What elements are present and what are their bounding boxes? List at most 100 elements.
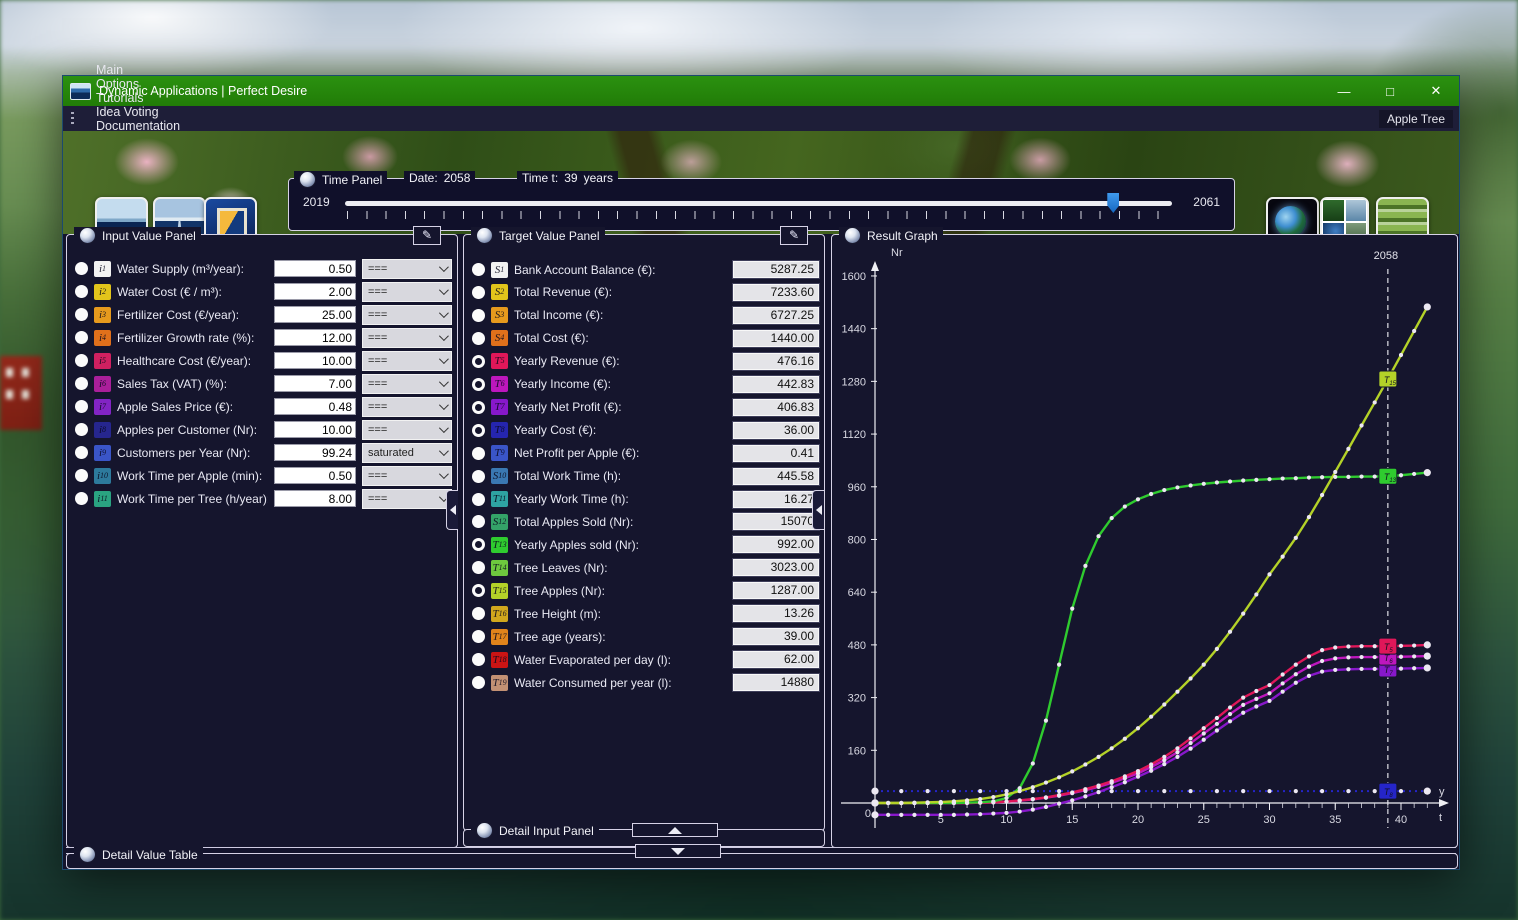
input-panel-collapse-tab[interactable] bbox=[446, 490, 458, 530]
variable-icon-i5: i5 bbox=[94, 353, 111, 369]
row-radio[interactable] bbox=[75, 423, 88, 436]
row-radio[interactable] bbox=[472, 538, 485, 551]
input-value-panel: Input Value Panel ✎ i1Water Supply (m³/y… bbox=[66, 234, 458, 848]
row-radio[interactable] bbox=[75, 377, 88, 390]
mode-dropdown[interactable]: === bbox=[362, 328, 452, 348]
input-value-field[interactable] bbox=[274, 260, 356, 277]
variable-icon-T15: T15 bbox=[491, 583, 508, 599]
row-radio[interactable] bbox=[472, 401, 485, 414]
menu-item-options[interactable]: Options bbox=[82, 77, 194, 91]
mode-dropdown[interactable]: === bbox=[362, 259, 452, 279]
row-radio[interactable] bbox=[75, 469, 88, 482]
chevron-down-icon bbox=[439, 285, 449, 295]
row-radio[interactable] bbox=[472, 263, 485, 276]
row-label: Apple Sales Price (€): bbox=[117, 400, 268, 414]
row-radio[interactable] bbox=[75, 354, 88, 367]
menu-grip-icon[interactable] bbox=[71, 112, 74, 126]
input-value-field[interactable] bbox=[274, 421, 356, 438]
mode-dropdown[interactable]: === bbox=[362, 374, 452, 394]
menu-item-main[interactable]: Main bbox=[82, 63, 194, 77]
mode-dropdown[interactable]: === bbox=[362, 305, 452, 325]
row-radio[interactable] bbox=[472, 607, 485, 620]
input-row-i9: i9Customers per Year (Nr):saturated bbox=[75, 443, 452, 462]
slider-min-year: 2019 bbox=[303, 195, 330, 209]
target-value-display: 16.27 bbox=[733, 491, 819, 508]
variable-icon-T9: T9 bbox=[491, 445, 508, 461]
target-value-display: 6727.25 bbox=[733, 307, 819, 324]
chevron-down-icon bbox=[439, 308, 449, 318]
input-value-field[interactable] bbox=[274, 329, 356, 346]
time-panel-logo-icon bbox=[299, 171, 316, 188]
row-radio[interactable] bbox=[75, 400, 88, 413]
target-row-T6: T6Yearly Income (€):442.83 bbox=[472, 375, 819, 394]
mode-dropdown[interactable]: === bbox=[362, 489, 452, 509]
result-graph-logo-icon bbox=[844, 227, 861, 244]
row-label: Bank Account Balance (€): bbox=[514, 263, 727, 277]
chevron-down-icon bbox=[439, 446, 449, 456]
detail-input-expand-button[interactable] bbox=[632, 823, 718, 837]
row-radio[interactable] bbox=[472, 309, 485, 322]
input-value-field[interactable] bbox=[274, 352, 356, 369]
detail-table-title: Detail Value Table bbox=[102, 848, 198, 862]
row-radio[interactable] bbox=[472, 378, 485, 391]
maximize-button[interactable]: □ bbox=[1367, 76, 1413, 106]
target-row-T5: T5Yearly Revenue (€):476.16 bbox=[472, 352, 819, 371]
target-panel-edit-icon[interactable]: ✎ bbox=[780, 226, 808, 245]
input-value-field[interactable] bbox=[274, 398, 356, 415]
time-slider-track[interactable] bbox=[345, 201, 1172, 206]
row-radio[interactable] bbox=[472, 447, 485, 460]
input-row-i5: i5Healthcare Cost (€/year):=== bbox=[75, 351, 452, 370]
row-radio[interactable] bbox=[472, 286, 485, 299]
row-radio[interactable] bbox=[75, 446, 88, 459]
target-row-S1: S1Bank Account Balance (€):5287.25 bbox=[472, 260, 819, 279]
input-value-field[interactable] bbox=[274, 444, 356, 461]
row-radio[interactable] bbox=[472, 653, 485, 666]
row-radio[interactable] bbox=[75, 285, 88, 298]
mode-dropdown[interactable]: === bbox=[362, 420, 452, 440]
mode-dropdown[interactable]: === bbox=[362, 282, 452, 302]
input-value-field[interactable] bbox=[274, 467, 356, 484]
row-radio[interactable] bbox=[472, 584, 485, 597]
menu-item-idea-voting[interactable]: Idea Voting bbox=[82, 105, 194, 119]
row-radio[interactable] bbox=[472, 424, 485, 437]
row-radio[interactable] bbox=[472, 470, 485, 483]
row-radio[interactable] bbox=[75, 262, 88, 275]
menu-item-tutorials[interactable]: Tutorials bbox=[82, 91, 194, 105]
mode-dropdown[interactable]: === bbox=[362, 466, 452, 486]
mode-dropdown[interactable]: === bbox=[362, 351, 452, 371]
target-row-T18: T18Water Evaporated per day (l):62.00 bbox=[472, 650, 819, 669]
row-radio[interactable] bbox=[472, 561, 485, 574]
row-radio[interactable] bbox=[472, 493, 485, 506]
row-radio[interactable] bbox=[75, 492, 88, 505]
target-panel-collapse-tab[interactable] bbox=[812, 490, 824, 530]
minimize-button[interactable]: — bbox=[1321, 76, 1367, 106]
mode-dropdown[interactable]: saturated bbox=[362, 443, 452, 463]
row-radio[interactable] bbox=[75, 308, 88, 321]
titlebar[interactable]: Dynamic Applications | Perfect Desire — … bbox=[63, 76, 1459, 106]
input-value-field[interactable] bbox=[274, 490, 356, 507]
input-value-field[interactable] bbox=[274, 375, 356, 392]
time-slider-thumb[interactable] bbox=[1107, 193, 1119, 213]
chevron-down-icon bbox=[439, 331, 449, 341]
mode-dropdown[interactable]: === bbox=[362, 397, 452, 417]
input-value-field[interactable] bbox=[274, 283, 356, 300]
row-label: Work Time per Tree (h/year): bbox=[117, 492, 268, 506]
row-radio[interactable] bbox=[472, 630, 485, 643]
row-radio[interactable] bbox=[472, 515, 485, 528]
row-radio[interactable] bbox=[472, 355, 485, 368]
detail-table-collapse-button[interactable] bbox=[635, 844, 721, 858]
input-value-field[interactable] bbox=[274, 306, 356, 323]
input-panel-edit-icon[interactable]: ✎ bbox=[413, 226, 441, 245]
row-label: Tree age (years): bbox=[514, 630, 727, 644]
svg-text:320: 320 bbox=[848, 693, 866, 705]
svg-text:35: 35 bbox=[1329, 814, 1341, 826]
row-radio[interactable] bbox=[472, 332, 485, 345]
time-panel-title: Time Panel bbox=[322, 173, 382, 187]
row-radio[interactable] bbox=[75, 331, 88, 344]
close-button[interactable]: ✕ bbox=[1413, 76, 1459, 106]
target-value-display: 442.83 bbox=[733, 376, 819, 393]
svg-text:15: 15 bbox=[1066, 814, 1078, 826]
row-radio[interactable] bbox=[472, 676, 485, 689]
row-label: Total Cost (€): bbox=[514, 331, 727, 345]
target-value-display: 15070 bbox=[733, 513, 819, 530]
